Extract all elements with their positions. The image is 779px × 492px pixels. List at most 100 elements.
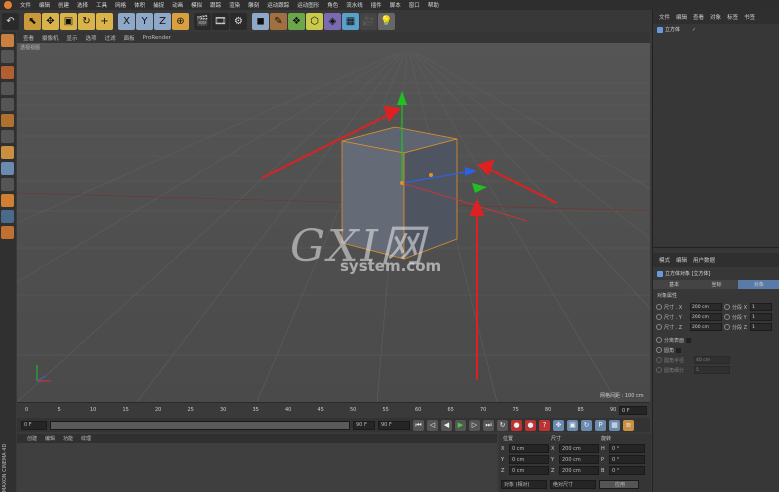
visibility-dots-icon[interactable]: ✓ bbox=[692, 27, 696, 33]
object-manager-tab[interactable]: 查看 bbox=[693, 13, 704, 21]
range-end-field[interactable]: 90 F bbox=[353, 420, 375, 430]
attribute-tab[interactable]: 用户数据 bbox=[693, 256, 715, 264]
material-area[interactable] bbox=[17, 443, 497, 492]
timeline-end-field[interactable]: 0 F bbox=[619, 406, 647, 415]
workplane-icon[interactable] bbox=[1, 130, 14, 143]
segment-radio[interactable] bbox=[724, 324, 730, 330]
viewport-menu-panel[interactable]: 面板 bbox=[124, 34, 135, 42]
menu-item-20[interactable]: 帮助 bbox=[428, 1, 439, 9]
keyframe-help-icon[interactable]: ? bbox=[539, 419, 550, 431]
object-row-cube[interactable]: 立方体 ✓ bbox=[653, 24, 779, 35]
camera-icon[interactable]: 🎥 bbox=[360, 12, 377, 30]
points-mode-icon[interactable] bbox=[1, 34, 14, 47]
param-key-icon[interactable]: P bbox=[595, 419, 606, 431]
render-picture-viewer-icon[interactable]: 🎞 bbox=[212, 12, 229, 30]
menu-item-4[interactable]: 工具 bbox=[96, 1, 107, 9]
menu-item-0[interactable]: 文件 bbox=[20, 1, 31, 9]
snap-icon[interactable] bbox=[1, 146, 14, 159]
segment-radio[interactable] bbox=[724, 314, 730, 320]
segment-field[interactable]: 1 bbox=[750, 303, 772, 311]
attribute-tab[interactable]: 模式 bbox=[659, 256, 670, 264]
menu-item-7[interactable]: 捕捉 bbox=[153, 1, 164, 9]
size-field[interactable]: 200 cm bbox=[559, 444, 599, 453]
edges-mode-icon[interactable] bbox=[1, 50, 14, 63]
z-axis-button[interactable]: Z bbox=[154, 12, 171, 30]
menu-item-5[interactable]: 网格 bbox=[115, 1, 126, 9]
viewport-menu-options[interactable]: 选项 bbox=[86, 34, 97, 42]
position-field[interactable]: 0 cm bbox=[509, 444, 549, 453]
material-menu-texture[interactable]: 纹理 bbox=[81, 435, 91, 442]
previous-frame-icon[interactable]: ◀ bbox=[441, 419, 452, 431]
go-to-start-icon[interactable]: ⏮ bbox=[413, 419, 424, 431]
menu-item-6[interactable]: 体积 bbox=[134, 1, 145, 9]
light-icon[interactable]: 💡 bbox=[378, 12, 395, 30]
material-menu-edit[interactable]: 编辑 bbox=[45, 435, 55, 442]
end-frame-field[interactable]: 90 F bbox=[378, 420, 410, 430]
next-key-icon[interactable]: ⏭ bbox=[483, 419, 494, 431]
separate-surfaces-radio[interactable] bbox=[656, 337, 662, 343]
next-frame-icon[interactable]: ▷ bbox=[469, 419, 480, 431]
separate-surfaces-checkbox[interactable] bbox=[686, 337, 692, 343]
coord-mode-select[interactable]: 对象 (相对) bbox=[501, 480, 547, 489]
size-radio[interactable] bbox=[656, 304, 662, 310]
render-view-icon[interactable]: 🎬 bbox=[194, 12, 211, 30]
subtab-object[interactable]: 对象 bbox=[737, 280, 779, 289]
cloner-icon[interactable]: ⬡ bbox=[306, 12, 323, 30]
previous-key-icon[interactable]: ◁ bbox=[427, 419, 438, 431]
size-field[interactable]: 200 cm bbox=[559, 455, 599, 464]
apply-button[interactable]: 应用 bbox=[599, 480, 639, 489]
undo-icon[interactable]: ↶ bbox=[2, 12, 19, 30]
viewport-menu-camera[interactable]: 摄像机 bbox=[42, 34, 59, 42]
lock-workplane-icon[interactable] bbox=[1, 178, 14, 191]
size-radio[interactable] bbox=[656, 314, 662, 320]
size-field[interactable]: 200 cm bbox=[559, 466, 599, 475]
magnet-icon[interactable] bbox=[1, 194, 14, 207]
menu-item-19[interactable]: 窗口 bbox=[409, 1, 420, 9]
menu-item-8[interactable]: 动画 bbox=[172, 1, 183, 9]
menu-item-15[interactable]: 角色 bbox=[327, 1, 338, 9]
size-field[interactable]: 200 cm bbox=[690, 323, 722, 331]
fillet-radio[interactable] bbox=[656, 347, 662, 353]
viewport-menu-view[interactable]: 查看 bbox=[23, 34, 34, 42]
rotation-field[interactable]: 0 ° bbox=[609, 455, 645, 464]
menu-item-18[interactable]: 脚本 bbox=[390, 1, 401, 9]
rotation-field[interactable]: 0 ° bbox=[609, 444, 645, 453]
y-axis-button[interactable]: Y bbox=[136, 12, 153, 30]
menu-item-2[interactable]: 创建 bbox=[58, 1, 69, 9]
x-axis-button[interactable]: X bbox=[118, 12, 135, 30]
timeline-ruler[interactable]: 0 5 10 15 20 25 30 35 40 45 50 55 60 65 70 75 80 85 90 0 F bbox=[17, 402, 650, 418]
deformer-icon[interactable]: ◈ bbox=[324, 12, 341, 30]
menu-item-13[interactable]: 运动跟踪 bbox=[267, 1, 289, 9]
segment-radio[interactable] bbox=[724, 304, 730, 310]
model-mode-icon[interactable] bbox=[1, 82, 14, 95]
pla-key-icon[interactable]: ▦ bbox=[609, 419, 620, 431]
scale-key-icon[interactable]: ▣ bbox=[567, 419, 578, 431]
object-manager-tab[interactable]: 书签 bbox=[744, 13, 755, 21]
attribute-tab[interactable]: 编辑 bbox=[676, 256, 687, 264]
size-radio[interactable] bbox=[656, 324, 662, 330]
rotate-tool-icon[interactable]: ↻ bbox=[78, 12, 95, 30]
polygons-mode-icon[interactable] bbox=[1, 66, 14, 79]
scale-tool-icon[interactable]: ▣ bbox=[60, 12, 77, 30]
menu-item-17[interactable]: 插件 bbox=[371, 1, 382, 9]
segment-field[interactable]: 1 bbox=[750, 323, 772, 331]
menu-item-10[interactable]: 跟踪 bbox=[210, 1, 221, 9]
object-name[interactable]: 立方体 bbox=[665, 26, 680, 33]
subdivision-icon[interactable]: ❖ bbox=[288, 12, 305, 30]
play-icon[interactable]: ▶ bbox=[455, 419, 466, 431]
menu-item-16[interactable]: 流水线 bbox=[346, 1, 363, 9]
texture-mode-icon[interactable] bbox=[1, 98, 14, 111]
move-tool-icon[interactable]: ✥ bbox=[42, 12, 59, 30]
material-menu-create[interactable]: 创建 bbox=[27, 435, 37, 442]
size-field[interactable]: 200 cm bbox=[690, 303, 722, 311]
fillet-checkbox[interactable] bbox=[676, 347, 682, 353]
segment-field[interactable]: 1 bbox=[750, 313, 772, 321]
record-icon[interactable]: ● bbox=[511, 419, 522, 431]
viewport-menu-display[interactable]: 显示 bbox=[67, 34, 78, 42]
viewport-menu-filter[interactable]: 过滤 bbox=[105, 34, 116, 42]
object-manager-tab[interactable]: 文件 bbox=[659, 13, 670, 21]
viewport-menu-prorender[interactable]: ProRender bbox=[143, 35, 171, 41]
subtab-basic[interactable]: 基本 bbox=[653, 280, 696, 289]
planar-workplane-icon[interactable] bbox=[1, 226, 14, 239]
position-field[interactable]: 0 cm bbox=[509, 466, 549, 475]
